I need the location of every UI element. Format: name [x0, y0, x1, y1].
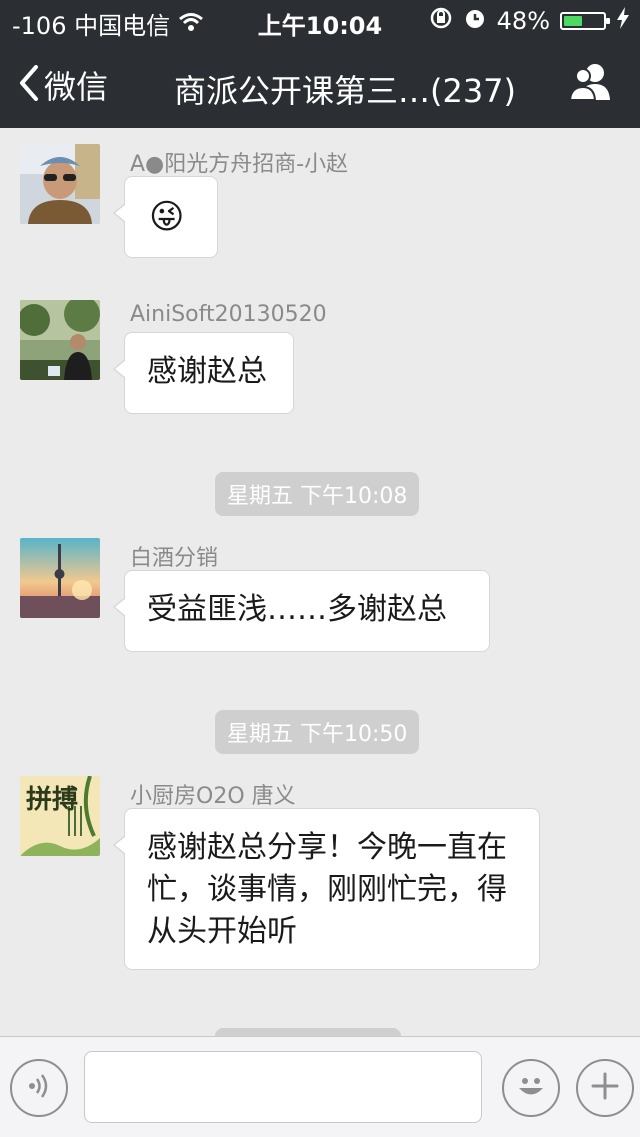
back-button[interactable]: 微信	[18, 62, 108, 108]
battery-icon	[560, 12, 610, 30]
status-bar: -106 中国电信 上午10:04 48%	[0, 0, 640, 40]
chat-message: AiniSoft20130520 感谢赵总	[20, 300, 620, 420]
group-members-icon[interactable]	[568, 62, 614, 106]
page-title: 商派公开课第三…(237)	[173, 72, 517, 110]
charging-icon	[616, 7, 630, 35]
plus-icon	[590, 1071, 620, 1105]
avatar[interactable]: 拼搏	[20, 776, 100, 856]
timestamp-pill: 星期五 下午10:50	[215, 710, 420, 754]
message-text: 感谢赵总	[147, 354, 267, 389]
header: -106 中国电信 上午10:04 48% 微信 商派公开课第三…(237)	[0, 0, 640, 128]
nav-bar: 微信 商派公开课第三…(237)	[0, 40, 640, 128]
message-bubble[interactable]: 感谢赵总分享！今晚一直在忙，谈事情，刚刚忙完，得从头开始听	[113, 808, 540, 970]
timestamp-pill-partial	[215, 1028, 401, 1036]
voice-button[interactable]	[10, 1059, 68, 1117]
voice-icon	[26, 1072, 52, 1104]
message-text: 受益匪浅……多谢赵总	[147, 592, 447, 627]
alarm-icon	[463, 6, 487, 36]
emoji-icon	[514, 1069, 548, 1107]
battery-level-fill	[564, 16, 582, 26]
message-input[interactable]	[84, 1051, 482, 1123]
avatar[interactable]	[20, 538, 100, 618]
back-label: 微信	[44, 68, 109, 106]
sender-name: AiniSoft20130520	[130, 302, 327, 327]
input-bar	[0, 1036, 640, 1137]
chat-message: A●阳光方舟招商-小赵 😜	[20, 144, 620, 264]
message-text: 感谢赵总分享！今晚一直在忙，谈事情，刚刚忙完，得从头开始听	[147, 830, 507, 949]
message-bubble[interactable]: 😜	[113, 176, 218, 258]
avatar-calligraphy-text: 拼搏	[26, 785, 78, 815]
message-bubble[interactable]: 感谢赵总	[113, 332, 294, 414]
sender-name: 白酒分销	[130, 546, 219, 571]
rotation-lock-icon	[429, 6, 453, 36]
chat-area[interactable]: A●阳光方舟招商-小赵 😜 AiniSoft20130520 感谢赵总 星期五 …	[0, 128, 640, 1036]
sender-name: 小厨房O2O 唐义	[130, 784, 296, 809]
chat-message: 白酒分销 受益匪浅……多谢赵总	[20, 538, 620, 658]
winking-tongue-emoji-icon: 😜	[149, 197, 185, 237]
avatar[interactable]	[20, 300, 100, 380]
battery-percent: 48%	[496, 7, 550, 35]
more-button[interactable]	[576, 1059, 634, 1117]
message-bubble[interactable]: 受益匪浅……多谢赵总	[113, 570, 490, 652]
timestamp-pill: 星期五 下午10:08	[215, 472, 420, 516]
chat-message: 拼搏 小厨房O2O 唐义 感谢赵总分享！今晚一直在忙，谈事情，刚刚忙完，得从头开…	[20, 776, 620, 976]
chevron-left-icon	[18, 65, 40, 105]
avatar[interactable]	[20, 144, 100, 224]
sender-name: A●阳光方舟招商-小赵	[130, 152, 349, 177]
emoji-button[interactable]	[502, 1059, 560, 1117]
